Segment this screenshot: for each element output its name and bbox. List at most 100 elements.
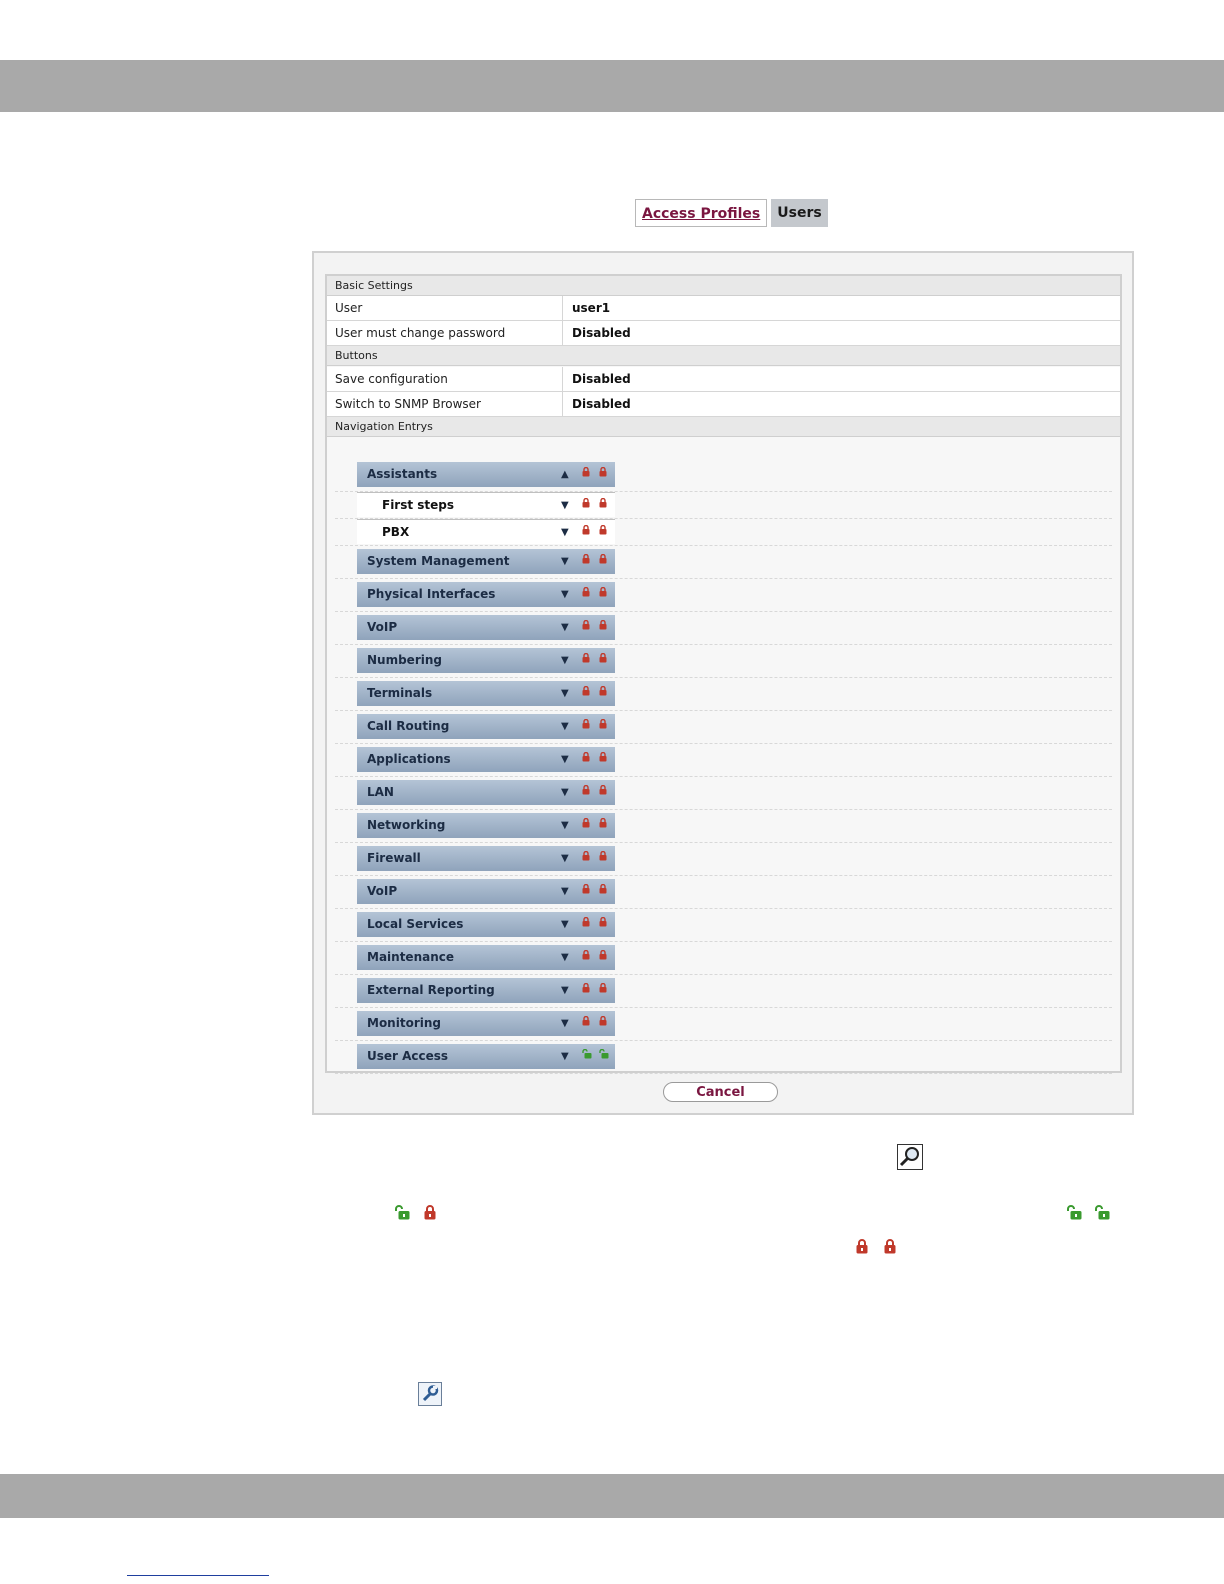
nav-entry-voip[interactable]: VoIP ▼ — [357, 879, 615, 904]
lock-closed-icon[interactable] — [599, 884, 607, 894]
nav-entry-firewall[interactable]: Firewall ▼ — [357, 846, 615, 871]
lock-closed-icon[interactable] — [582, 917, 590, 927]
row-label: User must change password — [335, 326, 506, 340]
chevron-down-icon[interactable]: ▼ — [561, 493, 569, 518]
footer-link-underline — [127, 1575, 269, 1576]
nav-entry-user-access[interactable]: User Access ▼ — [357, 1044, 615, 1069]
lock-closed-icon[interactable] — [599, 752, 607, 762]
lock-closed-icon[interactable] — [582, 498, 590, 508]
lock-closed-icon[interactable] — [582, 884, 590, 894]
top-header-band — [0, 60, 1224, 112]
lock-closed-icon[interactable] — [599, 719, 607, 729]
chevron-down-icon[interactable]: ▼ — [561, 846, 569, 871]
chevron-down-icon[interactable]: ▼ — [561, 912, 569, 937]
chevron-down-icon[interactable]: ▼ — [561, 714, 569, 739]
tab-bar: Access Profiles Users — [635, 199, 828, 229]
section-header-buttons: Buttons — [327, 346, 1120, 366]
chevron-down-icon[interactable]: ▼ — [561, 615, 569, 640]
nav-entry-label: External Reporting — [367, 983, 495, 997]
chevron-down-icon[interactable]: ▼ — [561, 549, 569, 574]
tab-users[interactable]: Users — [771, 199, 828, 227]
nav-entry-terminals[interactable]: Terminals ▼ — [357, 681, 615, 706]
lock-closed-icon[interactable] — [599, 686, 607, 696]
lock-closed-icon[interactable] — [582, 818, 590, 828]
lock-closed-icon[interactable] — [599, 525, 607, 535]
chevron-down-icon[interactable]: ▼ — [561, 747, 569, 772]
nav-entry-row: Firewall ▼ — [335, 842, 1112, 876]
lock-closed-icon[interactable] — [582, 467, 590, 477]
lock-closed-icon — [856, 1239, 868, 1258]
chevron-down-icon[interactable]: ▼ — [561, 1011, 569, 1036]
lock-closed-icon[interactable] — [582, 653, 590, 663]
chevron-down-icon[interactable]: ▼ — [561, 780, 569, 805]
row-value: user1 — [572, 301, 611, 315]
chevron-up-icon[interactable]: ▲ — [561, 462, 569, 487]
nav-entry-numbering[interactable]: Numbering ▼ — [357, 648, 615, 673]
row-label: Save configuration — [335, 372, 448, 386]
lock-closed-icon[interactable] — [582, 1016, 590, 1026]
nav-entry-row: Monitoring ▼ — [335, 1007, 1112, 1041]
nav-entry-networking[interactable]: Networking ▼ — [357, 813, 615, 838]
lock-open-icon[interactable] — [599, 1049, 609, 1059]
nav-entry-row: PBX ▼ — [335, 518, 1112, 546]
lock-closed-icon[interactable] — [599, 983, 607, 993]
nav-entry-row: User Access ▼ — [335, 1040, 1112, 1074]
lock-closed-icon[interactable] — [599, 818, 607, 828]
nav-entry-system-management[interactable]: System Management ▼ — [357, 549, 615, 574]
lock-closed-icon[interactable] — [582, 620, 590, 630]
nav-entry-local-services[interactable]: Local Services ▼ — [357, 912, 615, 937]
nav-entry-label: VoIP — [367, 884, 398, 898]
nav-entry-call-routing[interactable]: Call Routing ▼ — [357, 714, 615, 739]
chevron-down-icon[interactable]: ▼ — [561, 813, 569, 838]
lock-open-icon — [1067, 1205, 1082, 1224]
lock-closed-icon[interactable] — [582, 525, 590, 535]
lock-closed-icon[interactable] — [599, 620, 607, 630]
lock-closed-icon[interactable] — [599, 554, 607, 564]
chevron-down-icon[interactable]: ▼ — [561, 582, 569, 607]
nav-entry-external-reporting[interactable]: External Reporting ▼ — [357, 978, 615, 1003]
lock-closed-icon[interactable] — [582, 752, 590, 762]
lock-closed-icon[interactable] — [599, 498, 607, 508]
lock-closed-icon[interactable] — [599, 653, 607, 663]
chevron-down-icon[interactable]: ▼ — [561, 681, 569, 706]
chevron-down-icon[interactable]: ▼ — [561, 879, 569, 904]
lock-closed-icon[interactable] — [599, 587, 607, 597]
lock-closed-icon[interactable] — [582, 554, 590, 564]
lock-closed-icon[interactable] — [599, 467, 607, 477]
row-save-configuration: Save configuration Disabled — [327, 367, 1120, 392]
bottom-footer-band — [0, 1474, 1224, 1518]
nav-entry-label: Physical Interfaces — [367, 587, 496, 601]
nav-entry-monitoring[interactable]: Monitoring ▼ — [357, 1011, 615, 1036]
lock-closed-icon[interactable] — [599, 851, 607, 861]
chevron-down-icon[interactable]: ▼ — [561, 648, 569, 673]
lock-closed-icon[interactable] — [582, 785, 590, 795]
nav-entry-row: Terminals ▼ — [335, 677, 1112, 711]
nav-entry-voip[interactable]: VoIP ▼ — [357, 615, 615, 640]
nav-entry-physical-interfaces[interactable]: Physical Interfaces ▼ — [357, 582, 615, 607]
tab-access-profiles[interactable]: Access Profiles — [635, 199, 768, 227]
lock-closed-icon[interactable] — [582, 851, 590, 861]
lock-closed-icon[interactable] — [582, 983, 590, 993]
lock-closed-icon[interactable] — [599, 785, 607, 795]
chevron-down-icon[interactable]: ▼ — [561, 978, 569, 1003]
lock-closed-icon[interactable] — [599, 917, 607, 927]
nav-entry-pbx[interactable]: PBX ▼ — [357, 519, 615, 544]
nav-entry-label: Maintenance — [367, 950, 455, 964]
lock-closed-icon[interactable] — [599, 1016, 607, 1026]
row-label: Switch to SNMP Browser — [335, 397, 481, 411]
nav-entry-first-steps[interactable]: First steps ▼ — [357, 492, 615, 517]
lock-closed-icon[interactable] — [582, 686, 590, 696]
nav-entry-assistants[interactable]: Assistants ▲ — [357, 462, 615, 487]
chevron-down-icon[interactable]: ▼ — [561, 1044, 569, 1069]
lock-closed-icon[interactable] — [582, 719, 590, 729]
lock-open-icon[interactable] — [582, 1049, 592, 1059]
nav-entry-maintenance[interactable]: Maintenance ▼ — [357, 945, 615, 970]
nav-entry-applications[interactable]: Applications ▼ — [357, 747, 615, 772]
chevron-down-icon[interactable]: ▼ — [561, 520, 569, 545]
lock-closed-icon[interactable] — [582, 950, 590, 960]
chevron-down-icon[interactable]: ▼ — [561, 945, 569, 970]
nav-entry-lan[interactable]: LAN ▼ — [357, 780, 615, 805]
lock-closed-icon[interactable] — [599, 950, 607, 960]
cancel-button[interactable]: Cancel — [663, 1082, 778, 1102]
lock-closed-icon[interactable] — [582, 587, 590, 597]
